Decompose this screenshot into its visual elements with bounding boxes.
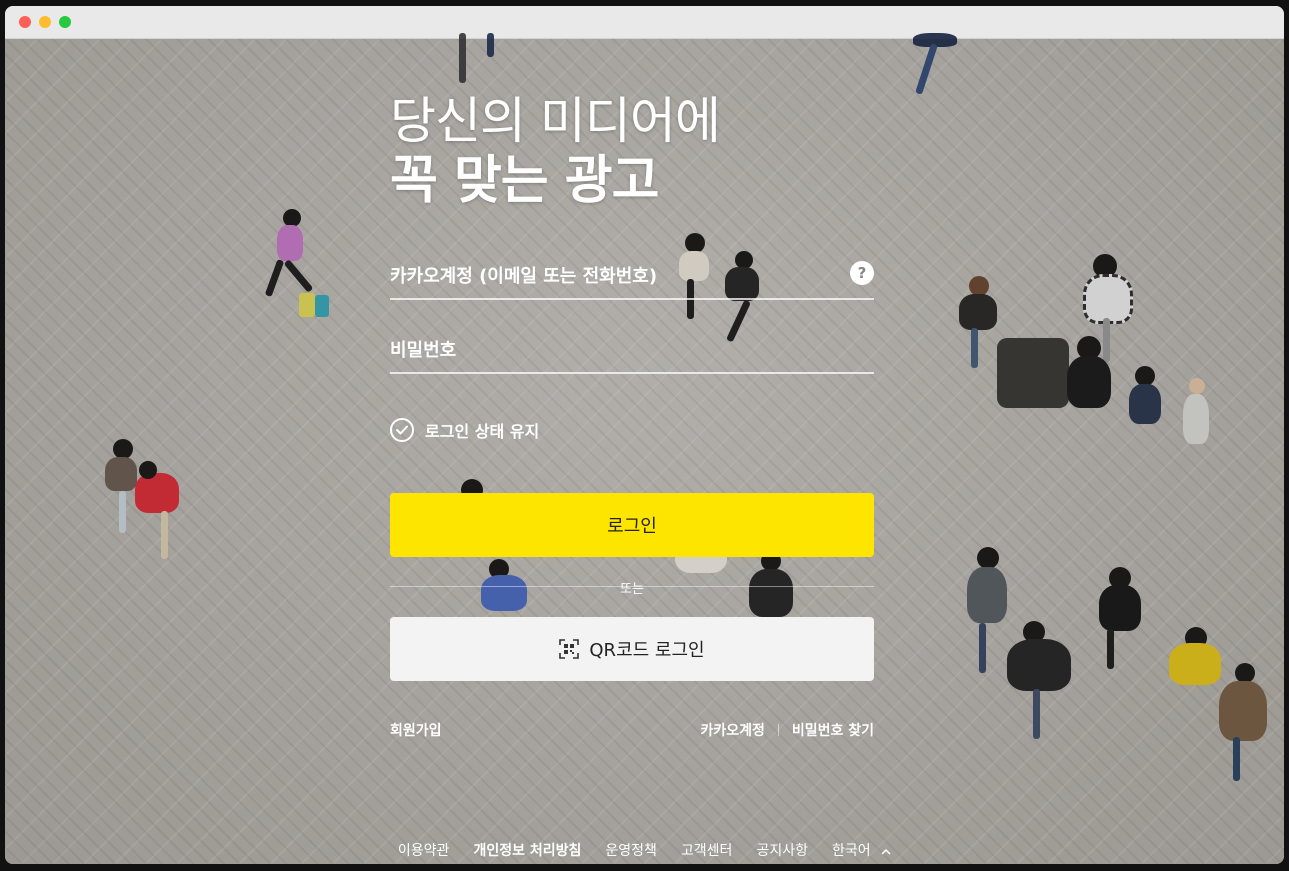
signup-link[interactable]: 회원가입 [390,720,442,740]
browser-window: 당신의 미디어에 꼭 맞는 광고 ? 로그인 상태 유지 로그인 또는 [5,6,1284,864]
checkmark-circle-icon [390,418,414,442]
help-icon[interactable]: ? [850,261,874,285]
link-separator [777,724,779,736]
login-button-label: 로그인 [607,516,657,537]
account-field: ? [390,256,874,300]
headline-line-1: 당신의 미디어에 [390,92,721,150]
password-field [390,330,874,374]
qr-login-button[interactable]: QR코드 로그인 [390,617,874,681]
footer-notice-link[interactable]: 공지사항 [756,840,808,860]
minimize-window-button[interactable] [39,16,51,28]
footer-nav: 이용약관 개인정보 처리방침 운영정책 고객센터 공지사항 한국어 [5,840,1284,860]
account-links: 회원가입 카카오계정 비밀번호 찾기 [390,720,874,740]
keep-login-checkbox[interactable]: 로그인 상태 유지 [390,417,539,443]
password-input[interactable] [390,330,830,370]
close-window-button[interactable] [19,16,31,28]
kakao-account-link[interactable]: 카카오계정 [700,720,764,740]
or-divider-label: 또는 [620,582,644,597]
qr-code-icon [559,639,580,659]
title-bar [5,6,1284,39]
login-button[interactable]: 로그인 [390,493,874,557]
find-password-link[interactable]: 비밀번호 찾기 [792,720,874,740]
footer-support-link[interactable]: 고객센터 [681,840,733,860]
footer-terms-link[interactable]: 이용약관 [398,840,450,860]
account-input[interactable] [390,256,830,296]
maximize-window-button[interactable] [59,16,71,28]
footer-privacy-link[interactable]: 개인정보 처리방침 [473,840,581,860]
keep-login-label: 로그인 상태 유지 [425,422,540,441]
language-label: 한국어 [831,843,871,859]
account-help-links: 카카오계정 비밀번호 찾기 [700,720,874,740]
qr-login-label: QR코드 로그인 [589,640,705,661]
language-selector[interactable]: 한국어 [832,840,891,860]
chevron-up-icon [881,843,891,859]
headline-line-2: 꼭 맞는 광고 [390,151,659,211]
footer-policy-link[interactable]: 운영정책 [605,840,657,860]
headline: 당신의 미디어에 꼭 맞는 광고 [390,92,721,212]
